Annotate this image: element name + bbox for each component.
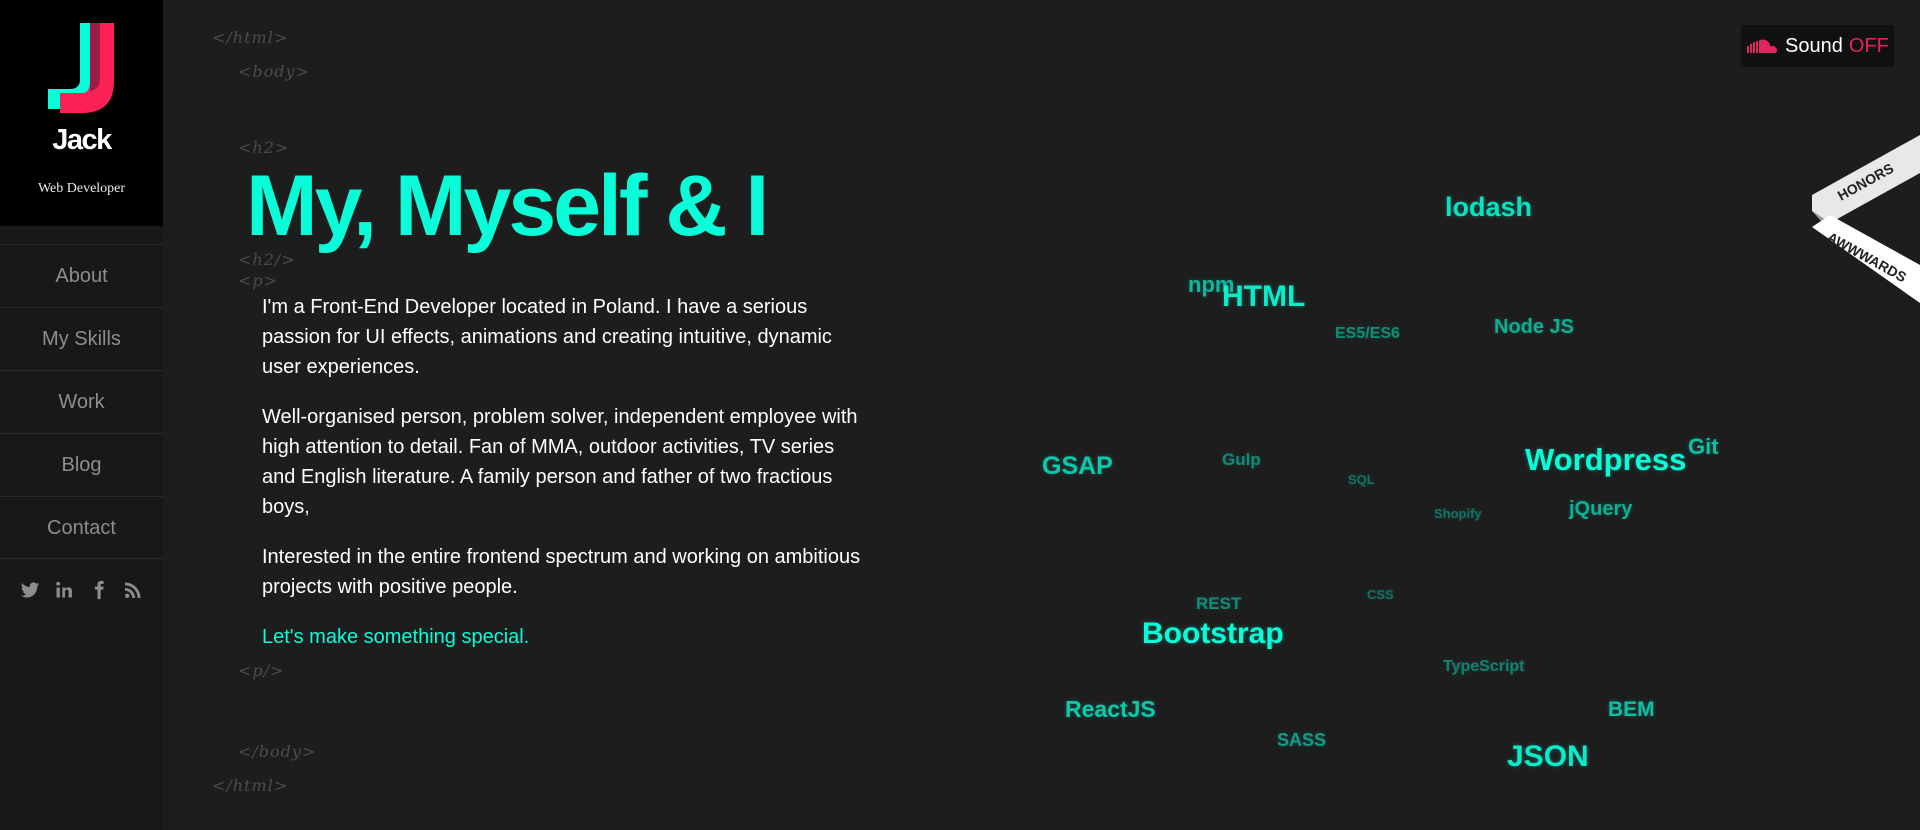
skill-tag-reactjs[interactable]: ReactJS [1065,696,1156,723]
code-tag-h2-open: <h2> [238,138,290,157]
code-tag-html-close: </html> [212,28,289,47]
sound-label: Sound [1785,34,1843,57]
skill-tag-lodash[interactable]: lodash [1445,192,1532,223]
linkedin-icon[interactable] [54,580,74,600]
skill-tag-sass[interactable]: SASS [1277,730,1326,751]
sound-toggle-button[interactable]: Sound OFF [1741,25,1894,67]
code-tag-body-close: </body> [238,742,317,761]
skill-tag-sql[interactable]: SQL [1348,472,1375,487]
skill-tag-shopify[interactable]: Shopify [1434,506,1482,521]
skill-tag-gulp[interactable]: Gulp [1222,450,1261,470]
sound-state: OFF [1848,34,1889,57]
twitter-icon[interactable] [20,580,40,600]
code-tag-p-open: <p> [238,271,279,290]
facebook-icon[interactable] [89,580,109,600]
skill-tag-css[interactable]: CSS [1367,587,1394,602]
logo-tagline: Web Developer [37,181,126,196]
skill-tag-git[interactable]: Git [1688,434,1719,460]
logo-name: Jack [52,124,112,156]
about-paragraph-2: Well-organised person, problem solver, i… [262,406,858,518]
about-text: I'm a Front-End Developer located in Pol… [262,292,872,672]
nav-item-contact[interactable]: Contact [0,496,163,559]
skill-tag-es5-es6[interactable]: ES5/ES6 [1335,325,1400,343]
logo[interactable]: Jack Web Developer [0,0,163,226]
skill-tag-bootstrap[interactable]: Bootstrap [1142,617,1284,651]
about-paragraph-1: I'm a Front-End Developer located in Pol… [262,296,832,378]
skill-tag-typescript[interactable]: TypeScript [1443,658,1525,676]
skill-tag-json[interactable]: JSON [1507,740,1589,774]
page-title: My, Myself & I [246,158,769,254]
about-paragraph-3: Interested in the entire frontend spectr… [262,546,861,598]
skills-cloud[interactable]: lodash npm HTML ES5/ES6 Node JS GSAP Gulp SQL Wo… [1020,180,1760,800]
skill-tag-node-js[interactable]: Node JS [1494,316,1574,339]
cta-text: Let's make something special. [262,626,530,648]
skill-tag-rest[interactable]: REST [1196,594,1241,614]
logo-j-icon [48,23,114,113]
skill-tag-wordpress[interactable]: Wordpress [1525,442,1686,478]
nav-item-about[interactable]: About [0,244,163,307]
skill-tag-gsap[interactable]: GSAP [1042,452,1113,481]
code-tag-body-open: <body> [238,62,310,81]
skill-tag-jquery[interactable]: jQuery [1569,498,1632,521]
rss-icon[interactable] [123,580,143,600]
nav-item-my-skills[interactable]: My Skills [0,307,163,370]
nav-item-work[interactable]: Work [0,370,163,433]
soundcloud-icon [1747,39,1777,54]
social-links [0,580,163,600]
skill-tag-html[interactable]: HTML [1222,280,1305,314]
sidebar: Jack Web Developer About My Skills Work … [0,0,163,830]
code-tag-html-close-bottom: </html> [212,776,289,795]
nav-item-blog[interactable]: Blog [0,433,163,496]
main-nav: About My Skills Work Blog Contact [0,244,163,559]
awwwards-badge[interactable]: HONORS AWWWARDS [1808,135,1920,303]
skill-tag-bem[interactable]: BEM [1608,698,1655,722]
